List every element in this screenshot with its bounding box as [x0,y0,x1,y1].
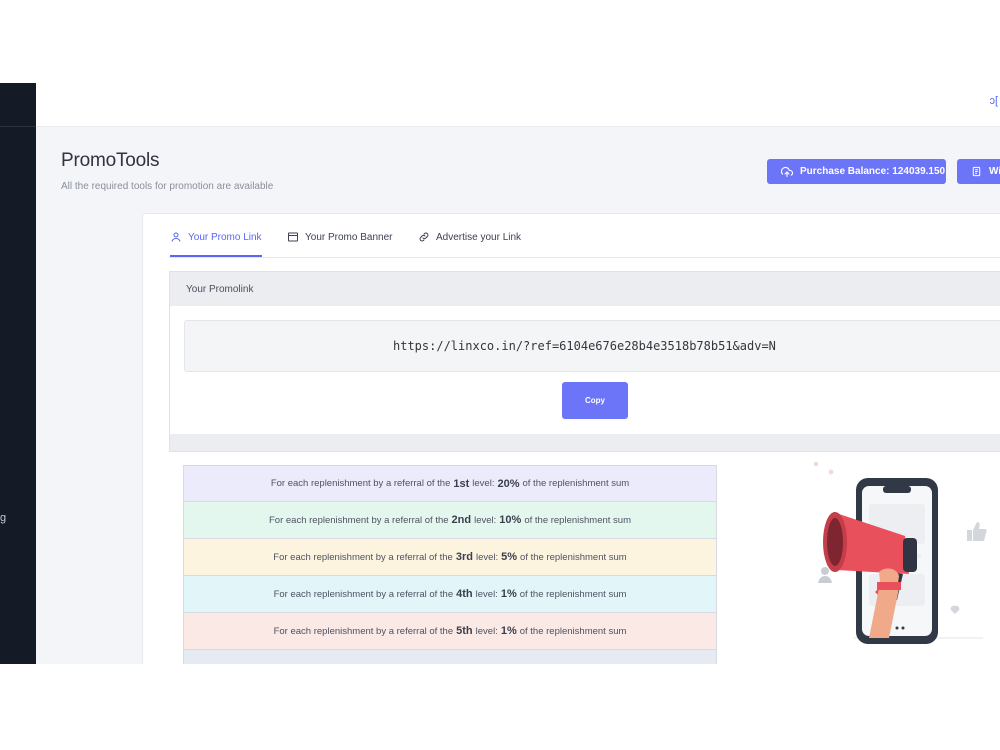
tab-label: Your Promo Link [188,231,262,243]
megaphone-phone-illustration [814,462,987,644]
level-percent: 5% [501,551,518,563]
sidebar-logo-area [0,83,36,127]
level-percent: 10% [499,514,522,526]
promolink-header: Your Promolink [186,284,254,295]
level-text-mid: level: [475,588,498,600]
referral-level-row: For each replenishment by a referral of … [183,613,717,650]
user-icon [818,567,832,583]
level-percent: 1% [500,588,517,600]
sidebar-item-label[interactable]: g [0,512,6,524]
promo-link-field[interactable]: https://linxco.in/?ref=6104e676e28b4e351… [184,320,1000,372]
page-header: PromoTools All the required tools for pr… [61,150,273,192]
level-number: 4th [456,588,473,600]
level-text-prefix: For each replenishment by a referral of … [270,478,451,489]
withdraw-label: Wi [989,166,1000,177]
user-icon [171,232,181,242]
decor-dot [814,462,818,466]
referral-level-row: For each replenishment by a referral of … [183,502,717,539]
level-text-suffix: of the replenishment sum [520,551,627,563]
level-number: 1st [453,477,470,490]
tab-advertise-your-link[interactable]: Advertise your Link [418,230,521,244]
referral-level-row: For each replenishment by a referral of … [183,576,717,613]
level-text-suffix: of the replenishment sum [522,478,630,489]
referral-levels-list: For each replenishment by a referral of … [183,465,717,664]
referral-level-row [183,650,717,664]
tab-your-promo-banner[interactable]: Your Promo Banner [287,230,392,244]
page-title: PromoTools [61,150,160,171]
decor-dot [828,469,834,475]
app-frame: g ↄ[ PromoTools All the required tools f… [0,83,1000,664]
copy-button[interactable]: Copy [562,382,628,419]
link-icon [419,232,429,242]
thumbs-up-icon [967,522,987,541]
promo-link-text[interactable]: https://linxco.in/?ref=6104e676e28b4e351… [393,339,776,353]
cloud-upload-icon [781,166,793,177]
level-text-prefix: For each replenishment by a referral of … [269,514,449,526]
level-percent: 20% [497,477,520,490]
level-text-prefix: For each replenishment by a referral of … [273,551,453,563]
level-number: 5th [456,625,473,637]
purchase-balance-button[interactable]: Purchase Balance: 124039.150 [767,159,946,184]
promolink-body: https://linxco.in/?ref=6104e676e28b4e351… [170,306,1000,434]
refresh-icon[interactable]: ↄ[ [989,95,998,107]
level-number: 3rd [455,551,473,563]
level-text-suffix: of the replenishment sum [519,588,627,600]
level-text-suffix: of the replenishment sum [524,514,631,526]
level-percent: 1% [500,625,517,637]
promo-card: Your Promo Link Your Promo Banner Advert… [142,213,1000,664]
level-text-prefix: For each replenishment by a referral of … [273,625,454,637]
purchase-balance-label: Purchase Balance: 124039.150 [800,166,946,177]
tab-bar: Your Promo Link Your Promo Banner Advert… [169,214,1000,258]
promolink-panel: Your Promolink https://linxco.in/?ref=61… [169,271,1000,452]
withdraw-button[interactable]: Wi [957,159,1000,184]
referral-level-row: For each replenishment by a referral of … [183,539,717,576]
page-subtitle: All the required tools for promotion are… [61,181,274,192]
heart-icon [950,605,960,614]
top-bar: ↄ[ [36,83,1000,127]
tab-label: Your Promo Banner [305,231,393,243]
receipt-icon [972,166,981,177]
level-text-mid: level: [475,625,498,637]
level-text-mid: level: [475,551,499,563]
window-icon [288,232,298,242]
level-text-mid: level: [472,478,495,489]
tab-your-promo-link[interactable]: Your Promo Link [170,230,262,257]
level-text-suffix: of the replenishment sum [519,625,627,637]
referral-level-row: For each replenishment by a referral of … [183,465,717,502]
sidebar: g [0,83,36,664]
level-number: 2nd [451,514,472,526]
level-text-prefix: For each replenishment by a referral of … [273,588,454,600]
level-text-mid: level: [474,514,497,526]
tab-label: Advertise your Link [436,231,522,243]
